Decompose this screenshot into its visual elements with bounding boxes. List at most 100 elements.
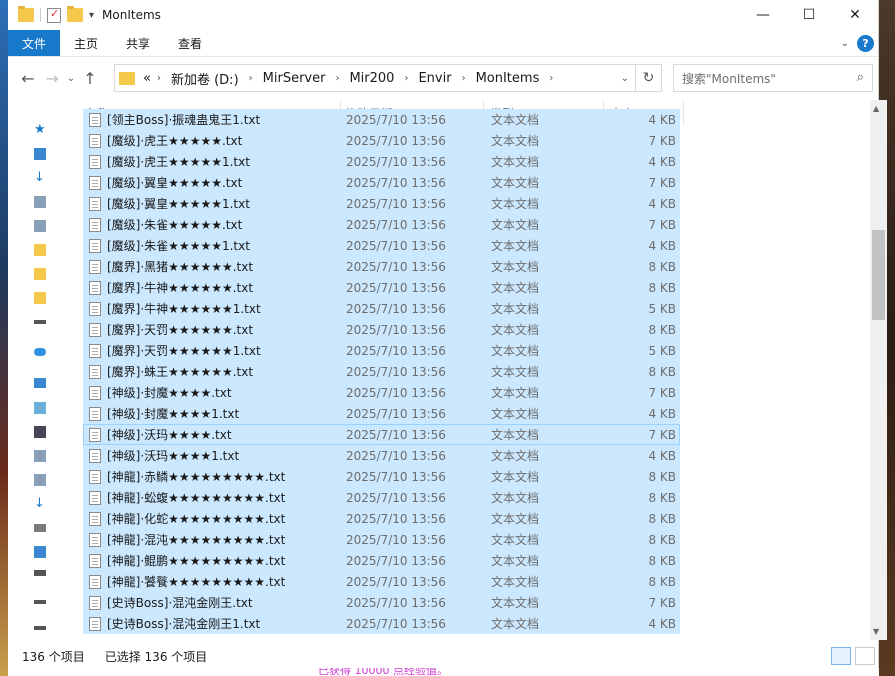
file-size: 8 KB (648, 490, 676, 505)
file-row[interactable]: [魔界]·牛神★★★★★★.txt 2025/7/10 13:56 文本文档 8 KB (83, 277, 680, 298)
file-row[interactable]: [史诗Boss]·混沌金刚王.txt 2025/7/10 13:56 文本文档 7 K… (83, 592, 680, 613)
minimize-button[interactable]: — (740, 0, 786, 30)
folder-icon[interactable] (34, 244, 46, 256)
file-row[interactable]: [魔级]·虎王★★★★★1.txt 2025/7/10 13:56 文本文档 4 KB (83, 151, 680, 172)
file-row[interactable]: [魔级]·朱雀★★★★★.txt 2025/7/10 13:56 文本文档 7 KB (83, 214, 680, 235)
documents-icon[interactable] (34, 196, 46, 208)
customize-toolbar-dropdown-icon[interactable]: ▾ (89, 10, 94, 21)
pictures-icon[interactable] (34, 220, 46, 232)
tab-share[interactable]: 共享 (112, 30, 164, 56)
refresh-icon[interactable]: ↻ (635, 65, 661, 91)
forward-arrow-icon[interactable]: → (40, 69, 64, 88)
folder-icon (18, 6, 34, 22)
breadcrumb-drive[interactable]: 新加卷 (D:) (171, 69, 239, 88)
file-row[interactable]: [神龍]·鲲鹏★★★★★★★★★.txt 2025/7/10 13:56 文本文档 8… (83, 550, 680, 571)
folder-icon[interactable] (34, 292, 46, 304)
file-row[interactable]: [神龍]·饕餮★★★★★★★★★.txt 2025/7/10 13:56 文本文档 8… (83, 571, 680, 592)
title-bar: ▾ MonItems — ☐ ✕ (8, 0, 878, 30)
quick-access-star-icon[interactable]: ★ (34, 122, 46, 137)
maximize-button[interactable]: ☐ (786, 0, 832, 30)
file-name: [史诗Boss]·混沌金刚王.txt (107, 596, 253, 610)
file-row[interactable]: [神级]·封魔★★★★.txt 2025/7/10 13:56 文本文档 7 KB (83, 382, 680, 403)
downloads-icon[interactable]: ↓ (34, 170, 45, 185)
music-icon[interactable] (34, 524, 46, 532)
file-row[interactable]: [神龍]·蚣蝮★★★★★★★★★.txt 2025/7/10 13:56 文本文档 8… (83, 487, 680, 508)
file-size: 8 KB (648, 553, 676, 568)
file-type: 文本文档 (491, 197, 540, 211)
tab-view[interactable]: 查看 (164, 30, 216, 56)
breadcrumb-mir200[interactable]: Mir200 (349, 71, 394, 86)
downloads-icon[interactable]: ↓ (34, 496, 45, 511)
divider (40, 8, 41, 22)
onedrive-icon[interactable] (34, 348, 46, 356)
new-folder-icon[interactable] (67, 6, 83, 22)
drive-icon[interactable] (34, 570, 46, 576)
file-type: 文本文档 (491, 176, 540, 190)
file-row[interactable]: [魔级]·翼皇★★★★★.txt 2025/7/10 13:56 文本文档 7 KB (83, 172, 680, 193)
breadcrumb-envir[interactable]: Envir (418, 71, 451, 86)
breadcrumb-overflow[interactable]: « (143, 71, 151, 86)
text-file-icon (89, 302, 101, 316)
file-row[interactable]: [魔级]·虎王★★★★★.txt 2025/7/10 13:56 文本文档 7 KB (83, 130, 680, 151)
file-row[interactable]: [神龍]·赤鳞★★★★★★★★★.txt 2025/7/10 13:56 文本文档 8… (83, 466, 680, 487)
objects-3d-icon[interactable] (34, 402, 46, 414)
file-row[interactable]: [魔级]·朱雀★★★★★1.txt 2025/7/10 13:56 文本文档 4 KB (83, 235, 680, 256)
documents-icon[interactable] (34, 474, 46, 486)
scroll-up-arrow-icon[interactable]: ▲ (873, 104, 879, 113)
back-arrow-icon[interactable]: ← (16, 69, 40, 88)
address-bar[interactable]: « › 新加卷 (D:) › MirServer › Mir200 › Envi… (114, 64, 662, 92)
this-pc-icon[interactable] (34, 378, 46, 388)
file-date-modified: 2025/7/10 13:56 (346, 595, 446, 610)
search-input[interactable]: 搜索"MonItems" ⌕ (673, 64, 873, 92)
scrollbar-thumb[interactable] (872, 230, 885, 320)
file-size: 8 KB (648, 511, 676, 526)
file-date-modified: 2025/7/10 13:56 (346, 616, 446, 631)
address-history-dropdown-icon[interactable]: ⌄ (621, 73, 629, 84)
breadcrumb-mirserver[interactable]: MirServer (263, 71, 326, 86)
details-view-icon[interactable] (831, 647, 851, 665)
file-size: 5 KB (648, 343, 676, 358)
file-row[interactable]: [魔界]·蛛王★★★★★★.txt 2025/7/10 13:56 文本文档 8 KB (83, 361, 680, 382)
up-arrow-icon[interactable]: ↑ (78, 69, 102, 88)
vertical-scrollbar[interactable]: ▲ ▼ (870, 100, 887, 640)
scroll-down-arrow-icon[interactable]: ▼ (873, 627, 879, 636)
tab-home[interactable]: 主页 (60, 30, 112, 56)
large-icons-view-icon[interactable] (855, 647, 875, 665)
file-row[interactable]: [神级]·沃玛★★★★1.txt 2025/7/10 13:56 文本文档 4 KB (83, 445, 680, 466)
desktop-icon[interactable] (34, 148, 46, 160)
file-row[interactable]: [魔界]·天罚★★★★★★.txt 2025/7/10 13:56 文本文档 8 KB (83, 319, 680, 340)
file-row[interactable]: [魔界]·黑猪★★★★★★.txt 2025/7/10 13:56 文本文档 8 KB (83, 256, 680, 277)
folder-icon[interactable] (34, 268, 46, 280)
text-file-icon (89, 575, 101, 589)
text-file-icon (89, 113, 101, 127)
file-row[interactable]: [魔界]·牛神★★★★★★1.txt 2025/7/10 13:56 文本文档 5 K… (83, 298, 680, 319)
properties-icon[interactable] (47, 7, 61, 23)
videos-icon[interactable] (34, 426, 46, 438)
file-row[interactable]: [神龍]·化蛇★★★★★★★★★.txt 2025/7/10 13:56 文本文档 8… (83, 508, 680, 529)
close-button[interactable]: ✕ (832, 0, 878, 30)
drive-icon[interactable] (34, 600, 46, 604)
file-row[interactable]: [神龍]·混沌★★★★★★★★★.txt 2025/7/10 13:56 文本文档 8… (83, 529, 680, 550)
file-row[interactable]: [史诗Boss]·混沌金刚王1.txt 2025/7/10 13:56 文本文档 4 … (83, 613, 680, 634)
pictures-icon[interactable] (34, 450, 46, 462)
file-date-modified: 2025/7/10 13:56 (346, 364, 446, 379)
help-icon[interactable]: ? (857, 34, 874, 52)
text-file-icon (89, 365, 101, 379)
recent-locations-dropdown-icon[interactable]: ⌄ (64, 73, 78, 84)
file-name: [史诗Boss]·混沌金刚王1.txt (107, 617, 261, 631)
file-row[interactable]: [魔级]·翼皇★★★★★1.txt 2025/7/10 13:56 文本文档 4 KB (83, 193, 680, 214)
desktop-icon[interactable] (34, 546, 46, 558)
file-type: 文本文档 (491, 239, 540, 253)
drive-icon[interactable] (34, 626, 46, 630)
file-row[interactable]: [领主Boss]·振魂蛊鬼王1.txt 2025/7/10 13:56 文本文档 4 … (83, 109, 680, 130)
tab-file[interactable]: 文件 (8, 30, 61, 56)
file-row[interactable]: [神级]·沃玛★★★★.txt 2025/7/10 13:56 文本文档 7 KB (83, 424, 680, 445)
text-file-icon (89, 344, 101, 358)
drive-icon[interactable] (34, 320, 46, 324)
expand-ribbon-icon[interactable]: ⌄ (841, 38, 849, 49)
breadcrumb-monitems[interactable]: MonItems (476, 71, 540, 86)
file-row[interactable]: [神级]·封魔★★★★1.txt 2025/7/10 13:56 文本文档 4 KB (83, 403, 680, 424)
file-type: 文本文档 (491, 344, 540, 358)
text-file-icon (89, 407, 101, 421)
file-row[interactable]: [魔界]·天罚★★★★★★1.txt 2025/7/10 13:56 文本文档 5 K… (83, 340, 680, 361)
